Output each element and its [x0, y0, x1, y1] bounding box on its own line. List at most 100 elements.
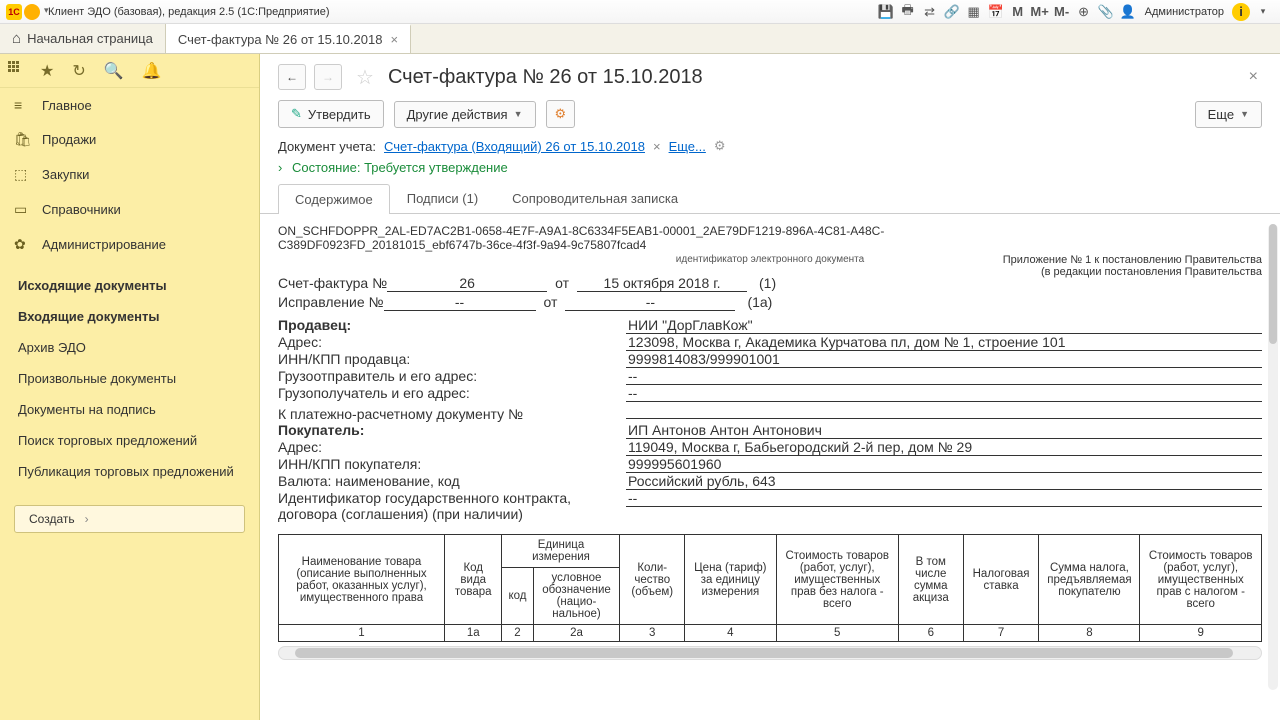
bell-icon[interactable]: 🔔: [142, 61, 162, 81]
page-title: Счет-фактура № 26 от 15.10.2018: [388, 66, 703, 89]
nav-publish-offers[interactable]: Публикация торговых предложений: [14, 456, 245, 487]
subtab-content[interactable]: Содержимое: [278, 184, 390, 214]
field-row: ИНН/КПП покупателя:999995601960: [278, 456, 1262, 473]
field-row: К платежно-расчетному документу №: [278, 402, 1262, 422]
subtab-signatures[interactable]: Подписи (1): [390, 183, 495, 213]
field-label: Адрес:: [278, 439, 626, 455]
subtab-note[interactable]: Сопроводительная записка: [495, 183, 695, 213]
field-value: ИП Антонов Антон Антонович: [626, 422, 1262, 439]
nav-purchases[interactable]: ⬚Закупки: [0, 157, 259, 192]
status-line[interactable]: Состояние: Требуется утверждение: [260, 160, 1280, 183]
sidebar-iconbar: ★ ↻ 🔍 🔔: [0, 54, 259, 88]
calendar-icon[interactable]: 📅: [987, 3, 1005, 21]
nav-admin[interactable]: ✿Администрирование: [0, 227, 259, 262]
field-value: 999995601960: [626, 456, 1262, 473]
field-row: Продавец:НИИ "ДорГлавКож": [278, 317, 1262, 334]
doc-identifier: ON_SCHFDOPPR_2AL-ED7AC2B1-0658-4E7F-A9A1…: [278, 224, 1262, 252]
field-value: Российский рубль, 643: [626, 473, 1262, 490]
field-label: Продавец:: [278, 317, 626, 333]
nav-main[interactable]: ≡Главное: [0, 88, 259, 122]
invoice-table: Наименование товара (описание выполненны…: [278, 534, 1262, 642]
calc-icon[interactable]: ▦: [965, 3, 983, 21]
nav-sign[interactable]: Документы на подпись: [14, 394, 245, 425]
box-icon: ⬚: [14, 166, 32, 183]
field-value: --: [626, 385, 1262, 402]
menu-icon: ≡: [14, 97, 32, 113]
field-label: Покупатель:: [278, 422, 626, 438]
field-value: 119049, Москва г, Бабьегородский 2-й пер…: [626, 439, 1262, 456]
tab-home[interactable]: Начальная страница: [0, 24, 166, 53]
search-icon[interactable]: 🔍: [104, 61, 124, 81]
clear-link-icon[interactable]: ×: [653, 139, 661, 154]
account-doc-label: Документ учета:: [278, 139, 376, 154]
invoice-date: 15 октября 2018 г.: [577, 275, 747, 292]
approve-button[interactable]: ✎Утвердить: [278, 100, 384, 128]
more-button[interactable]: Еще▼: [1195, 101, 1262, 128]
horizontal-scrollbar[interactable]: [278, 646, 1262, 660]
field-value: --: [626, 368, 1262, 385]
apps-icon[interactable]: [8, 61, 22, 80]
appendix-note: Приложение № 1 к постановлению Правитель…: [1003, 254, 1262, 278]
tab-close-icon[interactable]: ×: [390, 32, 398, 47]
m-plus-btn[interactable]: M+: [1031, 3, 1049, 21]
create-button[interactable]: Создать: [14, 505, 245, 533]
field-row: Покупатель:ИП Антонов Антон Антонович: [278, 422, 1262, 439]
nav-outgoing[interactable]: Исходящие документы: [14, 270, 245, 301]
settings-icon[interactable]: ⚙: [714, 138, 726, 154]
favorite-star-icon[interactable]: ☆: [356, 65, 374, 90]
user-icon: 👤: [1119, 3, 1137, 21]
field-row: Идентификатор государственного контракта…: [278, 490, 1262, 522]
field-value: НИИ "ДорГлавКож": [626, 317, 1262, 334]
app-logo-icon: 1C: [6, 4, 22, 20]
field-label: ИНН/КПП продавца:: [278, 351, 626, 367]
field-value: 9999814083/999901001: [626, 351, 1262, 368]
app-menu-dropdown[interactable]: [24, 4, 40, 20]
user-label[interactable]: Администратор: [1145, 6, 1224, 18]
save-icon[interactable]: 💾: [877, 3, 895, 21]
field-row: Валюта: наименование, кодРоссийский рубл…: [278, 473, 1262, 490]
more-link[interactable]: Еще...: [669, 139, 706, 154]
nav-incoming[interactable]: Входящие документы: [14, 301, 245, 332]
field-label: ИНН/КПП покупателя:: [278, 456, 626, 472]
zoom-icon[interactable]: ⊕: [1075, 3, 1093, 21]
compare-icon[interactable]: ⇄: [921, 3, 939, 21]
m-btn[interactable]: M: [1009, 3, 1027, 21]
vertical-scrollbar[interactable]: [1268, 224, 1278, 690]
field-row: Адрес:119049, Москва г, Бабьегородский 2…: [278, 439, 1262, 456]
nav-sales[interactable]: 🛍Продажи: [0, 122, 259, 157]
field-label: Адрес:: [278, 334, 626, 350]
field-label: К платежно-расчетному документу №: [278, 406, 626, 422]
print-icon[interactable]: 🖶: [899, 3, 917, 21]
info-dropdown-icon[interactable]: ▾: [1254, 3, 1272, 21]
info-icon[interactable]: i: [1232, 3, 1250, 21]
field-label: Грузоотправитель и его адрес:: [278, 368, 626, 384]
star-icon[interactable]: ★: [40, 61, 54, 81]
field-label: Валюта: наименование, код: [278, 473, 626, 489]
gear-icon: ✿: [14, 236, 32, 253]
nav-search-offers[interactable]: Поиск торговых предложений: [14, 425, 245, 456]
field-row: Грузополучатель и его адрес:--: [278, 385, 1262, 402]
field-row: ИНН/КПП продавца:9999814083/999901001: [278, 351, 1262, 368]
nav-archive[interactable]: Архив ЭДО: [14, 332, 245, 363]
titlebar: 1C Клиент ЭДО (базовая), редакция 2.5 (1…: [0, 0, 1280, 24]
field-value: 123098, Москва г, Академика Курчатова пл…: [626, 334, 1262, 351]
history-icon[interactable]: ↻: [72, 61, 85, 81]
field-value: --: [626, 490, 1262, 507]
m-minus-btn[interactable]: M-: [1053, 3, 1071, 21]
content: ← → ☆ Счет-фактура № 26 от 15.10.2018 × …: [260, 54, 1280, 720]
nav-directories[interactable]: ▭Справочники: [0, 192, 259, 227]
close-doc-icon[interactable]: ×: [1245, 68, 1262, 86]
forward-button: →: [314, 64, 342, 90]
attach-icon[interactable]: 📎: [1097, 3, 1115, 21]
link-icon[interactable]: 🔗: [943, 3, 961, 21]
invoice-label: Счет-фактура №: [278, 275, 387, 291]
other-actions-button[interactable]: Другие действия▼: [394, 101, 536, 128]
invoice-number: 26: [387, 275, 547, 292]
sidebar: ★ ↻ 🔍 🔔 ≡Главное 🛍Продажи ⬚Закупки ▭Спра…: [0, 54, 260, 720]
nav-arbitrary[interactable]: Произвольные документы: [14, 363, 245, 394]
structure-button[interactable]: ⚙: [546, 100, 576, 128]
account-doc-link[interactable]: Счет-фактура (Входящий) 26 от 15.10.2018: [384, 139, 645, 154]
back-button[interactable]: ←: [278, 64, 306, 90]
field-label: Грузополучатель и его адрес:: [278, 385, 626, 401]
tab-document[interactable]: Счет-фактура № 26 от 15.10.2018 ×: [166, 24, 411, 53]
